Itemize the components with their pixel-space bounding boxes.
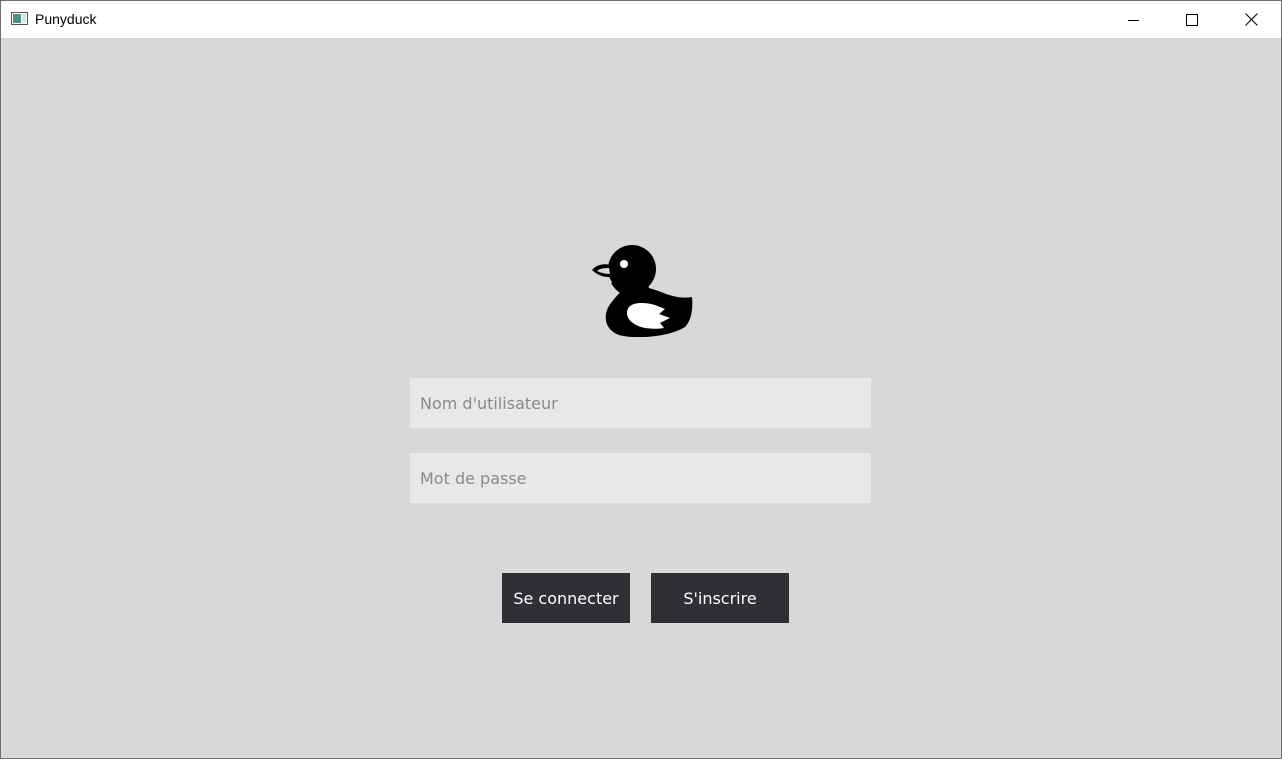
- duck-icon: [592, 245, 693, 337]
- minimize-icon: [1128, 19, 1139, 21]
- maximize-icon: [1186, 13, 1198, 26]
- window-title: Punyduck: [35, 11, 97, 27]
- minimize-button[interactable]: [1105, 1, 1163, 38]
- app-window: Punyduck Nom d'utilisateur Se connecter …: [0, 0, 1282, 759]
- login-button[interactable]: Se connecter: [502, 573, 630, 623]
- maximize-button[interactable]: [1163, 1, 1221, 38]
- login-screen: Se connecter S'inscrire: [1, 38, 1281, 758]
- title-bar[interactable]: Punyduck: [1, 1, 1281, 38]
- app-window-icon: [11, 12, 28, 25]
- close-icon: [1244, 13, 1258, 26]
- password-input[interactable]: [410, 453, 871, 503]
- username-input[interactable]: [410, 378, 871, 428]
- signup-button[interactable]: S'inscrire: [651, 573, 789, 623]
- close-button[interactable]: [1222, 1, 1280, 38]
